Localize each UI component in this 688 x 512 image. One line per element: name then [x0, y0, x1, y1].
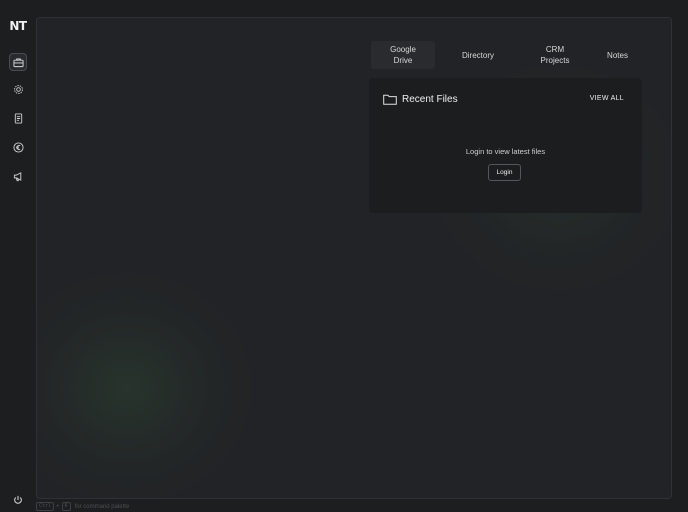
- view-all-link[interactable]: VIEW ALL: [590, 95, 624, 102]
- empty-state-message: Login to view latest files: [465, 147, 546, 156]
- power-button[interactable]: [9, 491, 27, 509]
- command-hint: Ctrl + K for command palette: [36, 502, 129, 511]
- tab-directory[interactable]: Directory: [435, 41, 521, 69]
- power-icon: [14, 495, 22, 504]
- tab-label: Projects: [540, 56, 570, 65]
- euro-icon: [12, 141, 24, 153]
- recent-files-card: Recent Files VIEW ALL Login to view late…: [369, 78, 642, 213]
- sidebar-item-settings[interactable]: [9, 80, 27, 98]
- tab-bar: Google Drive Directory CRM Projects Note…: [371, 40, 646, 70]
- megaphone-icon: [13, 171, 21, 181]
- hint-text: for command palette: [74, 503, 130, 510]
- card-header: Recent Files: [383, 94, 458, 105]
- gear-icon: [13, 84, 23, 94]
- sidebar-item-briefcase[interactable]: [9, 53, 27, 71]
- card-title: Recent Files: [402, 94, 458, 105]
- app-logo: NT: [9, 19, 27, 33]
- login-button[interactable]: Login: [488, 164, 521, 181]
- sidebar: NT: [0, 0, 36, 512]
- main-panel: Google Drive Directory CRM Projects Note…: [36, 17, 672, 499]
- background-glow: [37, 268, 257, 498]
- ctrl-key: Ctrl: [36, 502, 55, 511]
- tab-label: Directory: [461, 50, 494, 60]
- k-key: K: [61, 502, 71, 511]
- document-icon: [14, 112, 22, 124]
- tab-label: Google: [390, 45, 416, 54]
- sidebar-item-documents[interactable]: [9, 109, 27, 127]
- tab-crm-projects[interactable]: CRM Projects: [521, 41, 589, 69]
- sidebar-item-marketing[interactable]: [9, 167, 27, 185]
- plus-sign: +: [56, 503, 60, 510]
- sidebar-item-finance[interactable]: [9, 138, 27, 156]
- tab-notes[interactable]: Notes: [589, 41, 646, 69]
- tab-label: CRM: [545, 45, 565, 54]
- briefcase-icon: [12, 58, 24, 67]
- tab-label: Drive: [393, 56, 413, 65]
- tab-label: Notes: [607, 50, 628, 60]
- folder-icon: [383, 94, 397, 105]
- tab-google-drive[interactable]: Google Drive: [371, 41, 435, 69]
